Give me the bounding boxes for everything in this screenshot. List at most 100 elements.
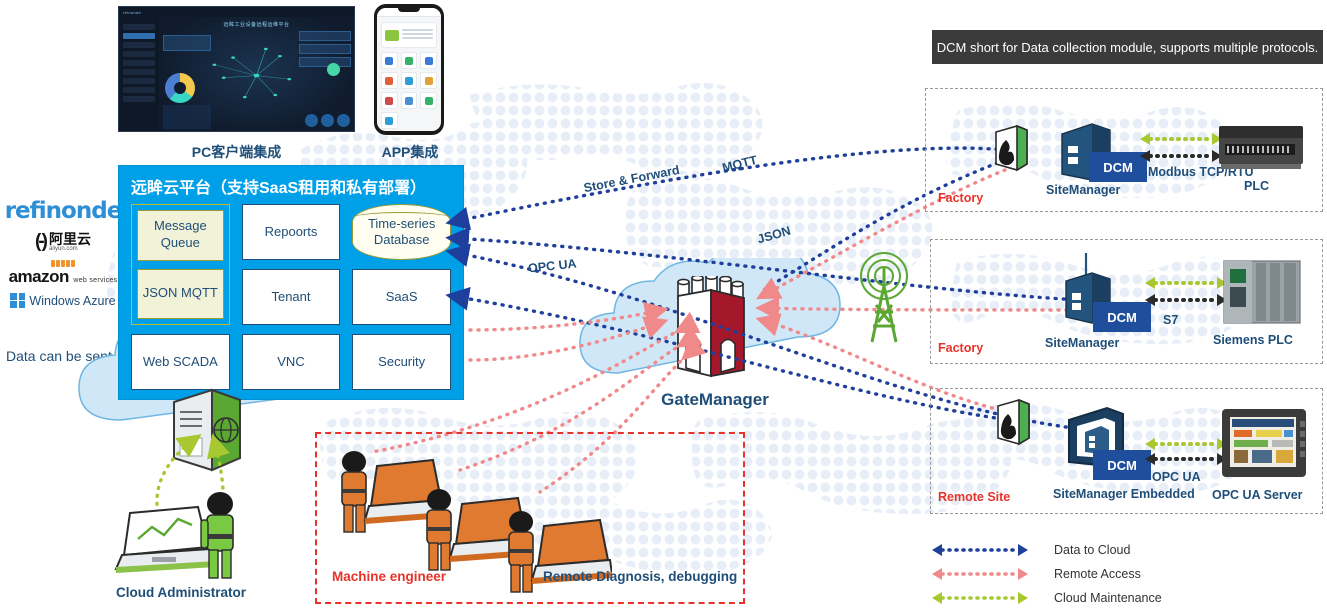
legend-arrow-green-icon [932, 592, 1028, 604]
phone-app-tile [381, 52, 398, 69]
pc-mockup-dashboard-title: 远眸工业设备远程运维平台 [223, 22, 290, 28]
pc-mockup-table [163, 105, 211, 129]
pc-mockup-topbar: reinonde [119, 7, 354, 17]
platform-cell-json-mqtt[interactable]: JSON MQTT [137, 268, 224, 319]
protocol-label-store-forward: Store & Forward [582, 162, 681, 196]
pc-mockup-kpi [299, 44, 351, 54]
phone-app-tile [381, 92, 398, 109]
pc-mockup-nav-row [123, 24, 155, 30]
gatemanager-label: GateManager [661, 390, 769, 409]
remote-diagnosis-label: Remote Diagnosis, debugging [543, 569, 738, 584]
pc-mockup-kpi [299, 31, 351, 41]
radio-tower-icon [860, 252, 908, 343]
platform-cell-vnc[interactable]: VNC [241, 334, 341, 390]
machine-engineer-label: Machine engineer [332, 569, 447, 584]
phone-banner-text [402, 29, 433, 41]
legend: Data to Cloud Remote Access Cloud Mainte… [930, 538, 1230, 610]
protocol-label-opcua-3: OPC UA [1152, 470, 1201, 484]
site-tag-factory-1: Factory [938, 191, 984, 205]
platform-cell-security[interactable]: Security [352, 334, 451, 390]
cloud-platform-title: 远眸云平台（支持SaaS租用和私有部署） [131, 180, 427, 197]
plc-label: PLC [1244, 179, 1269, 193]
sitemanager-embedded-label: SiteManager Embedded [1053, 487, 1195, 501]
protocol-label-mqtt: MQTT [720, 152, 759, 176]
cloud-platform-panel: 远眸云平台（支持SaaS租用和私有部署） Repoorts Time-serie… [118, 165, 464, 400]
sitemanager-label-1: SiteManager [1046, 183, 1121, 197]
site-tag-factory-2: Factory [938, 341, 984, 355]
plc-device-icon [1219, 126, 1303, 169]
dcm-badge-2: DCM [1093, 302, 1151, 332]
platform-cell-reports[interactable]: Repoorts [241, 204, 341, 260]
pc-client-dashboard-mockup: reinonde 远眸工业设备远程运维平台 [118, 6, 355, 132]
gatemanager-castle-icon [677, 276, 745, 378]
pc-mockup-nav-row [123, 33, 155, 39]
pc-mockup-buttons [305, 114, 350, 127]
phone-banner-icon [385, 29, 399, 41]
pc-mockup-nav-row [123, 69, 155, 75]
legend-item-data-to-cloud: Data to Cloud [930, 538, 1230, 562]
phone-app-tile [400, 72, 418, 89]
pc-mockup-network-map [212, 47, 292, 98]
protocol-arrows-1 [1140, 133, 1222, 162]
pc-mockup-nav-row [123, 96, 155, 102]
pc-client-label: PC客户端集成 [191, 144, 282, 160]
sitemanager-label-2: SiteManager [1045, 336, 1120, 350]
phone-app-tile [420, 52, 437, 69]
platform-cell-saas[interactable]: SaaS [352, 269, 451, 325]
phone-app-tile [420, 92, 437, 109]
platform-messaging-group: Message Queue JSON MQTT [131, 204, 230, 325]
pc-mockup-kpi [299, 57, 351, 67]
aliyun-mark-icon: (-) [35, 231, 48, 252]
firewall-icon [997, 398, 1030, 446]
protocol-label-json: JSON [755, 223, 793, 247]
cloud-administrator-label: Cloud Administrator [116, 585, 246, 600]
cloud-platform-grid: Repoorts Time-series Database Message Qu… [119, 204, 463, 390]
dcm-badge-3: DCM [1093, 450, 1151, 480]
pc-mockup-brand: reinonde [123, 9, 141, 15]
protocol-label-s7: S7 [1163, 313, 1179, 327]
pc-mockup-kpi-panel [299, 31, 351, 70]
pc-mockup-pie-chart [165, 73, 195, 103]
windows-icon [10, 293, 26, 308]
legend-item-cloud-maintenance: Cloud Maintenance [930, 586, 1230, 610]
pc-mockup-round-button [305, 114, 318, 127]
phone-app-tile [400, 52, 418, 69]
protocol-arrows-2 [1145, 277, 1227, 306]
provider-remonde: reﬁnonde [2, 198, 124, 224]
firewall-icon [995, 124, 1028, 172]
platform-cell-time-series-database[interactable]: Time-series Database [351, 204, 452, 260]
cloud-admin-person-icon [200, 492, 234, 579]
pc-mockup-nav-row [123, 60, 155, 66]
dcm-info-banner: DCM short for Data collection module, su… [932, 30, 1323, 64]
pc-mockup-gauge [327, 63, 340, 76]
pc-mockup-nav-row [123, 42, 155, 48]
pc-mockup-round-button [321, 114, 334, 127]
app-phone-mockup [374, 4, 444, 135]
provider-aliyun: (-) 阿里云 aliyun.com [2, 231, 124, 253]
platform-cell-web-scada[interactable]: Web SCADA [131, 334, 230, 390]
phone-app-tile [381, 112, 398, 129]
site-tag-remote-site: Remote Site [938, 490, 1011, 504]
phone-app-banner [381, 22, 437, 48]
pc-mockup-round-button [337, 114, 350, 127]
cloud-provider-list: reﬁnonde (-) 阿里云 aliyun.com amazon web s… [2, 198, 124, 315]
protocol-label-opc-ua: OPC UA [527, 256, 578, 276]
aliyun-label: 阿里云 [48, 231, 91, 247]
platform-cell-message-queue[interactable]: Message Queue [137, 210, 224, 261]
aws-subtitle: web services [73, 277, 118, 284]
legend-item-remote-access: Remote Access [930, 562, 1230, 586]
opc-ua-server-label: OPC UA Server [1212, 488, 1303, 502]
aws-blocks-icon [9, 260, 118, 267]
pc-mockup-main: 远眸工业设备远程运维平台 [159, 17, 354, 131]
dcm-badge-1: DCM [1089, 152, 1147, 182]
pc-mockup-sidebar [119, 17, 159, 131]
pc-mockup-nav-row [123, 78, 155, 84]
cloud-server-icon [173, 388, 241, 472]
app-label: APP集成 [381, 144, 439, 160]
platform-cell-tenant[interactable]: Tenant [241, 269, 341, 325]
phone-notch [398, 8, 420, 12]
siemens-plc-icon [1223, 260, 1301, 324]
phone-app-tile [420, 72, 437, 89]
pc-mockup-nav-row [123, 87, 155, 93]
phone-app-tile [381, 72, 398, 89]
